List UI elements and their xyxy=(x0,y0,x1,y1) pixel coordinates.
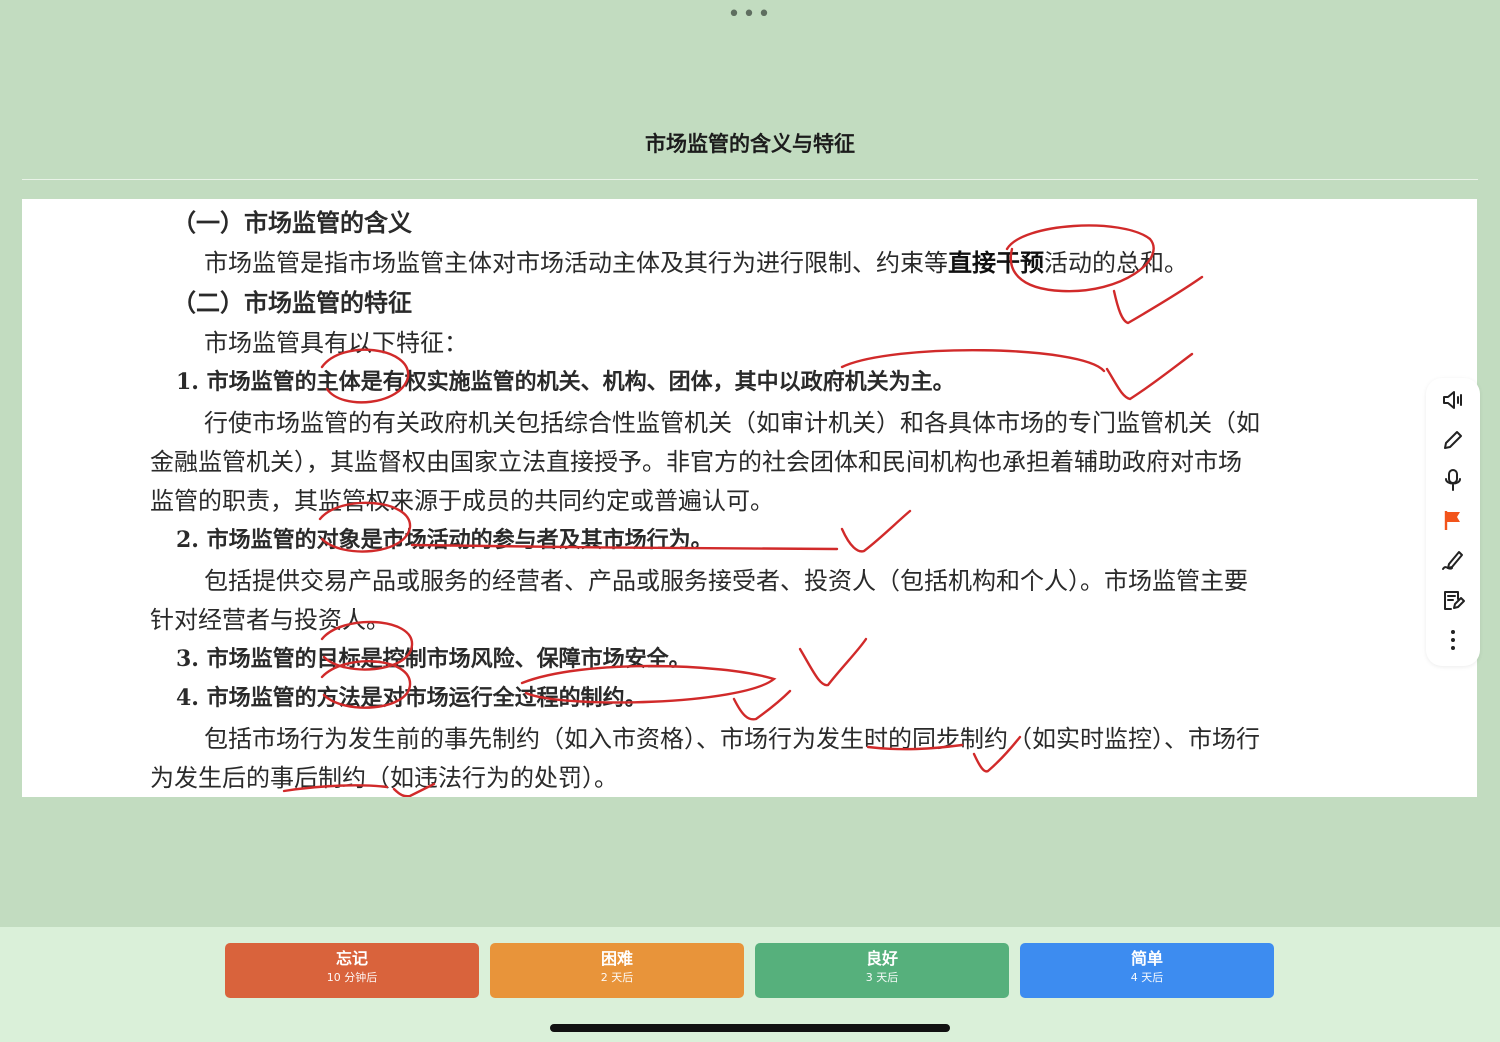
more-vertical-icon[interactable] xyxy=(1437,624,1469,656)
button-interval: 4 天后 xyxy=(1130,971,1164,984)
intro-line: 市场监管具有以下特征： xyxy=(204,329,468,357)
button-label: 困难 xyxy=(600,949,633,968)
feature-2-detail-1: 包括提供交易产品或服务的经营者、产品或服务接受者、投资人（包括机构和个人）。市场… xyxy=(204,567,1248,595)
button-label: 忘记 xyxy=(335,949,368,968)
flashcard-screen: ••• 市场监管的含义与特征 （一）市场监管的含义 市场监管是指市场监管主体对市… xyxy=(0,0,1500,1042)
note-image: （一）市场监管的含义 市场监管是指市场监管主体对市场活动主体及其行为进行限制、约… xyxy=(22,199,1477,797)
handwriting-icon[interactable] xyxy=(1437,544,1469,576)
emphasis-text: 直接干预 xyxy=(948,248,1044,277)
feature-4-detail-2: 为发生后的事后制约（如违法行为的处罚）。 xyxy=(150,764,618,792)
rating-bar: 忘记 10 分钟后 困难 2 天后 良好 3 天后 简单 4 天后 xyxy=(0,927,1500,1042)
button-interval: 2 天后 xyxy=(600,971,634,984)
feature-2-detail-2: 针对经营者与投资人。 xyxy=(150,606,390,634)
feature-4-detail-1: 包括市场行为发生前的事先制约（如入市资格）、市场行为发生时的同步制约（如实时监控… xyxy=(204,725,1260,753)
annotation-check xyxy=(1105,352,1194,401)
title-divider xyxy=(22,179,1478,180)
annotation-check xyxy=(840,509,912,553)
annotation-check xyxy=(732,689,792,721)
edit-note-icon[interactable] xyxy=(1437,584,1469,616)
definition-paragraph: 市场监管是指市场监管主体对市场活动主体及其行为进行限制、约束等直接干预活动的总和… xyxy=(204,248,1188,277)
microphone-icon[interactable] xyxy=(1437,464,1469,496)
more-handle-icon[interactable]: ••• xyxy=(0,4,1500,26)
pencil-icon[interactable] xyxy=(1437,424,1469,456)
easy-button[interactable]: 简单 4 天后 xyxy=(1020,943,1274,998)
feature-3: 3. 市场监管的目标是控制市场风险、保障市场安全。 xyxy=(176,646,691,672)
button-interval: 3 天后 xyxy=(865,971,899,984)
feature-2: 2. 市场监管的对象是市场活动的参与者及其市场行为。 xyxy=(176,527,713,553)
button-label: 良好 xyxy=(865,949,898,968)
button-label: 简单 xyxy=(1130,949,1163,968)
home-indicator[interactable] xyxy=(550,1024,950,1032)
annotation-check xyxy=(1112,275,1204,325)
hard-button[interactable]: 困难 2 天后 xyxy=(490,943,744,998)
feature-4: 4. 市场监管的方法是对市场运行全过程的制约。 xyxy=(176,685,647,711)
forget-button[interactable]: 忘记 10 分钟后 xyxy=(225,943,479,998)
flag-icon[interactable] xyxy=(1437,504,1469,536)
feature-1-detail-3: 监管的职责，其监管权来源于成员的共同约定或普遍认可。 xyxy=(150,487,774,515)
button-interval: 10 分钟后 xyxy=(326,971,378,984)
card-title: 市场监管的含义与特征 xyxy=(645,132,855,156)
section-heading-1: （一）市场监管的含义 xyxy=(172,209,412,237)
good-button[interactable]: 良好 3 天后 xyxy=(755,943,1009,998)
section-heading-2: （二）市场监管的特征 xyxy=(172,289,412,317)
feature-1-detail-2: 金融监管机关），其监督权由国家立法直接授予。非官方的社会团体和民间机构也承担着辅… xyxy=(150,448,1242,476)
feature-1-detail-1: 行使市场监管的有关政府机关包括综合性监管机关（如审计机关）和各具体市场的专门监管… xyxy=(204,409,1260,437)
speaker-icon[interactable] xyxy=(1437,384,1469,416)
feature-1: 1. 市场监管的主体是有权实施监管的机关、机构、团体，其中以政府机关为主。 xyxy=(176,369,955,395)
side-toolbar xyxy=(1426,378,1480,666)
annotation-check xyxy=(798,637,868,687)
